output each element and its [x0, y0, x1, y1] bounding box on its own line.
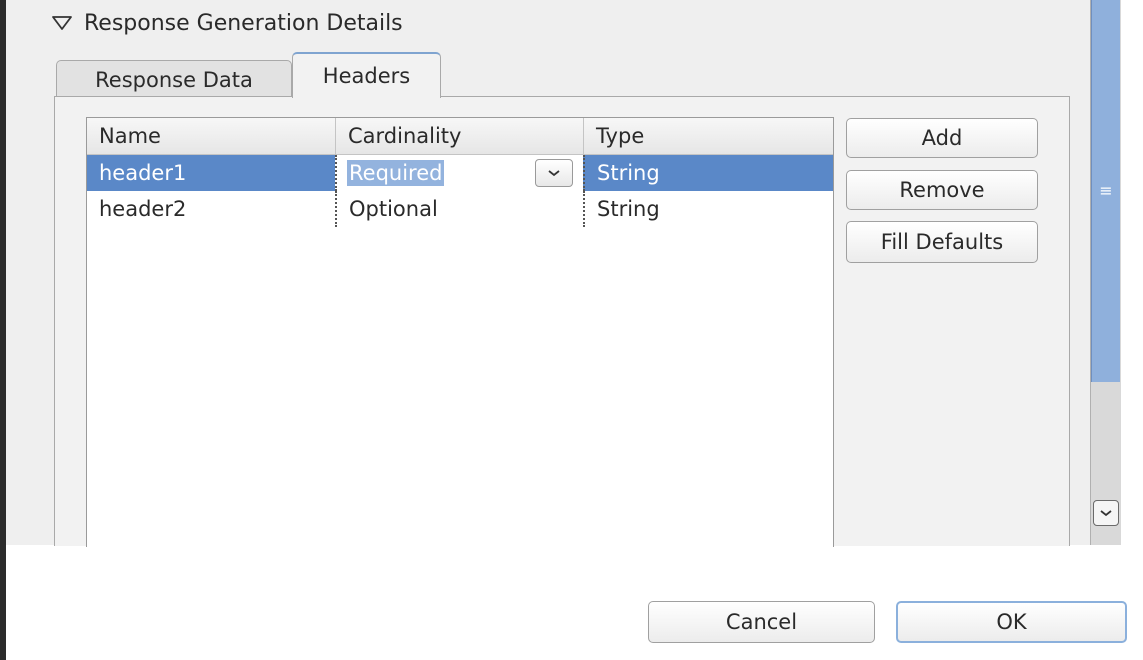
table-row-selected[interactable]: header1 Required String	[87, 155, 833, 191]
scroll-down-button[interactable]	[1093, 500, 1119, 526]
column-header-cardinality[interactable]: Cardinality	[335, 118, 583, 154]
table-row[interactable]: header2 Optional String	[87, 191, 833, 227]
cardinality-combo-editor[interactable]: Required	[335, 155, 583, 191]
headers-table: Name Cardinality Type header1 Required S…	[86, 117, 834, 547]
table-header: Name Cardinality Type	[87, 118, 833, 155]
triangle-down-icon[interactable]	[50, 11, 74, 35]
add-button[interactable]: Add	[846, 118, 1038, 158]
tab-response-data[interactable]: Response Data	[56, 60, 292, 98]
cell-type: String	[583, 191, 833, 227]
cell-cardinality: Optional	[335, 191, 583, 227]
cell-name: header2	[99, 197, 187, 221]
fill-defaults-button[interactable]: Fill Defaults	[846, 221, 1038, 263]
chevron-down-icon	[548, 170, 560, 177]
grip-icon: ≡	[1099, 181, 1113, 200]
chevron-down-icon	[1100, 510, 1112, 517]
section-header[interactable]: Response Generation Details	[50, 8, 403, 38]
column-header-type[interactable]: Type	[583, 118, 829, 154]
cell-type: String	[583, 155, 833, 191]
tab-label: Headers	[322, 64, 411, 88]
combo-dropdown-button[interactable]	[535, 159, 573, 187]
cell-name: header1	[99, 161, 187, 185]
cardinality-combo-value[interactable]: Required	[347, 160, 445, 186]
section-title: Response Generation Details	[84, 10, 403, 36]
tab-label: Response Data	[95, 67, 253, 92]
scrollbar-thumb[interactable]: ≡	[1091, 0, 1120, 382]
cancel-button[interactable]: Cancel	[648, 601, 875, 643]
ok-button[interactable]: OK	[896, 601, 1127, 643]
column-header-name[interactable]: Name	[87, 118, 335, 154]
tab-headers[interactable]: Headers	[292, 52, 441, 98]
remove-button[interactable]: Remove	[846, 170, 1038, 210]
